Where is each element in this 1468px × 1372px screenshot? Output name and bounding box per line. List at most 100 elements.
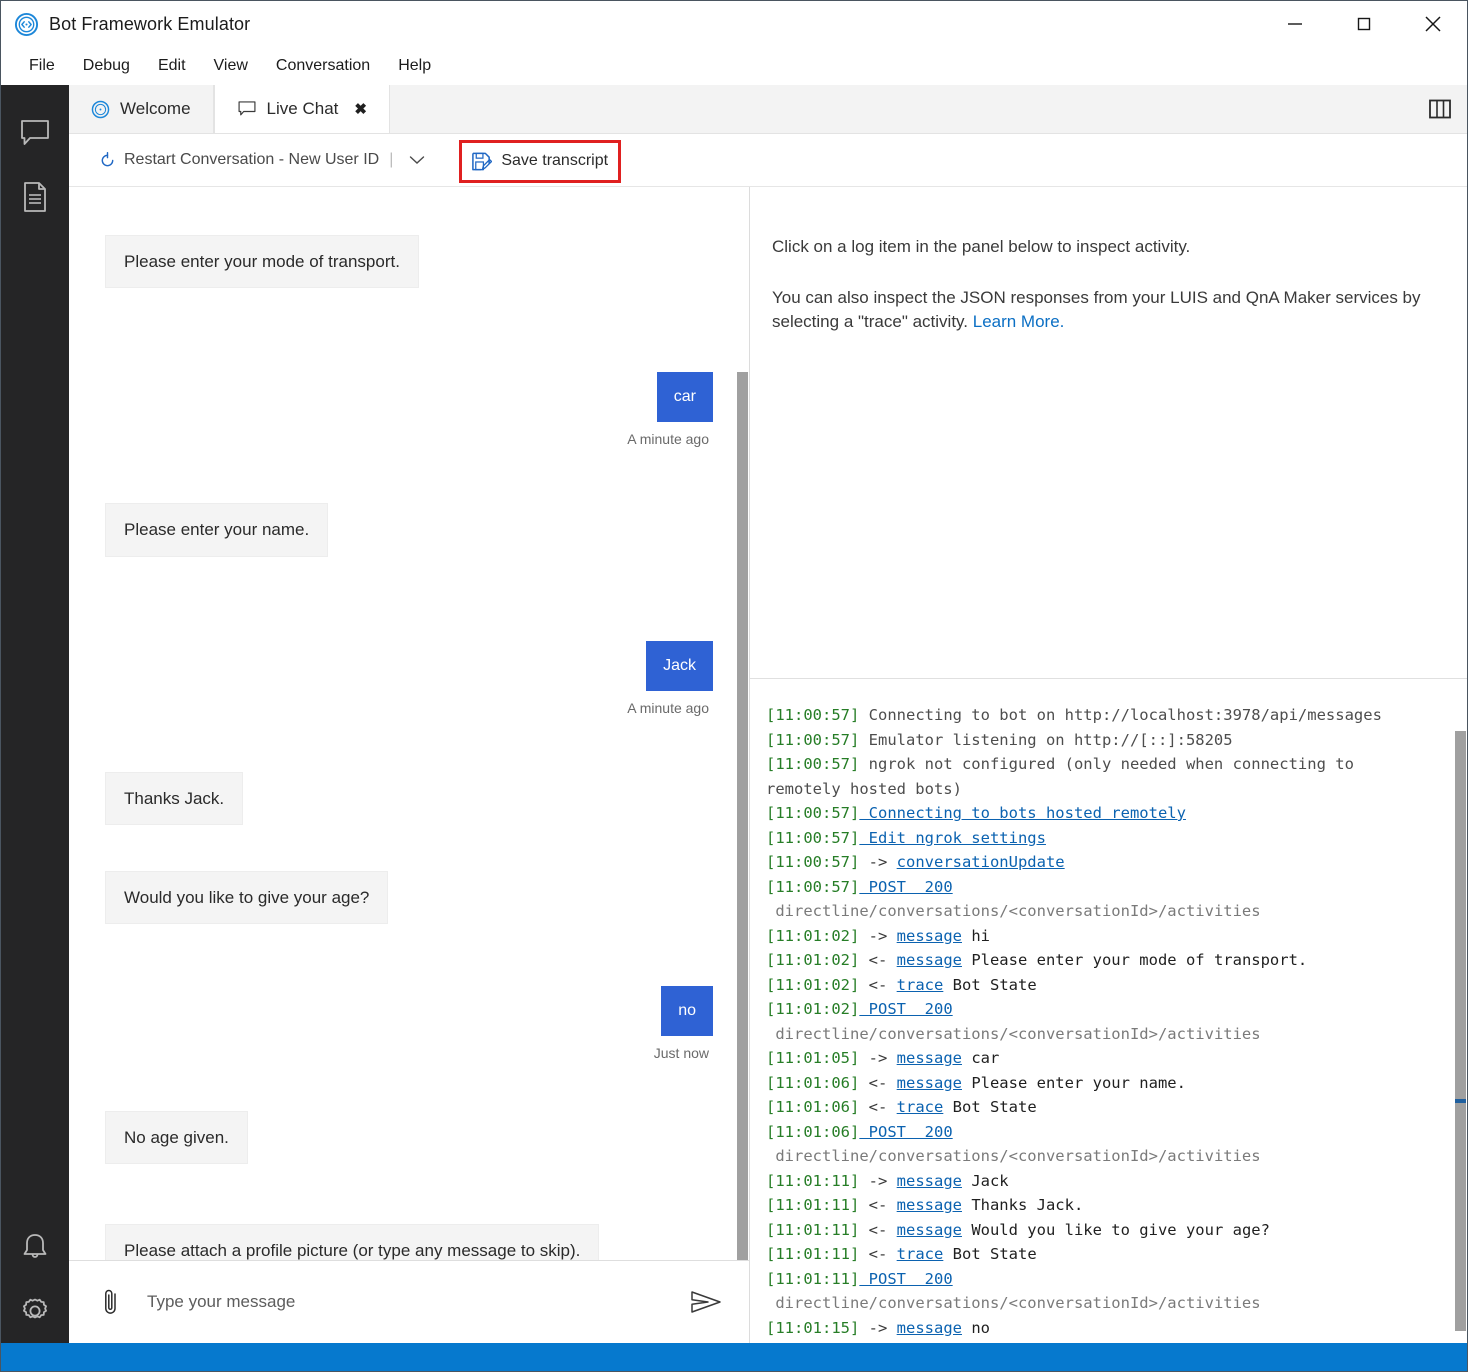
log-link[interactable]: message [897,1196,962,1214]
log-entry[interactable]: [11:00:57] Emulator listening on http://… [766,728,1431,753]
log-link[interactable]: trace [897,1245,944,1263]
log-timestamp: [11:01:06] [766,1073,860,1092]
log-entry[interactable]: [11:01:11] POST 200 directline/conversat… [766,1267,1431,1316]
log-timestamp: [11:01:11] [766,1196,860,1214]
log-link[interactable]: POST [859,1000,906,1018]
log-entry[interactable]: [11:01:02] POST 200 directline/conversat… [766,997,1431,1046]
log-link[interactable]: 200 [906,1000,953,1018]
log-entry[interactable]: [11:01:11] <- message Would you like to … [766,1218,1431,1243]
log-output[interactable]: [11:00:57] Connecting to bot on http://l… [750,679,1467,1343]
save-transcript-label: Save transcript [501,152,609,169]
log-link[interactable]: trace [897,1098,944,1116]
minimize-button[interactable] [1260,1,1329,47]
sidebar-item-chat[interactable] [1,101,69,165]
log-scrollbar[interactable] [1453,679,1467,1343]
sidebar-item-notifications[interactable] [1,1215,69,1279]
menu-file[interactable]: File [15,52,69,80]
log-entry[interactable]: [11:01:11] -> message Jack [766,1169,1431,1194]
menu-debug[interactable]: Debug [69,52,144,80]
log-timestamp: [11:01:02] [766,926,860,945]
log-link[interactable]: Connecting to bots hosted remotely [859,804,1186,822]
log-link[interactable]: POST [859,1123,906,1141]
log-entry[interactable]: [11:01:11] <- trace Bot State [766,1242,1431,1267]
log-entry[interactable]: [11:00:57] Edit ngrok settings [766,826,1431,851]
log-entry[interactable]: [11:01:06] POST 200 directline/conversat… [766,1120,1431,1169]
menu-view[interactable]: View [200,52,262,80]
message-bubble: Jack [646,640,713,691]
menu-edit[interactable]: Edit [144,52,200,80]
log-timestamp: [11:00:57] [766,755,860,773]
log-link[interactable]: message [897,1319,962,1337]
send-paper-plane-icon[interactable] [685,1289,727,1315]
log-link[interactable]: 200 [906,1270,953,1288]
chat-scrollbar[interactable] [735,187,749,1260]
log-text: Bot State [943,1098,1037,1116]
log-link[interactable]: message [897,1049,962,1067]
chat-message-user: no Just now [69,986,749,1061]
split-panel-icon[interactable] [1429,99,1451,119]
log-scrollbar-marker [1455,1099,1466,1103]
log-link[interactable]: Edit ngrok settings [859,829,1046,847]
log-link[interactable]: message [897,927,962,945]
log-entry[interactable]: [11:00:57] Connecting to bot on http://l… [766,703,1431,728]
restart-conversation-label: Restart Conversation - New User ID [124,151,380,168]
log-link[interactable]: conversationUpdate [897,853,1065,871]
bot-framework-icon [91,100,110,119]
log-link[interactable]: trace [897,976,944,994]
log-entry[interactable]: [11:01:02] <- message Please enter your … [766,948,1431,973]
log-entry[interactable]: [11:00:57] POST 200 directline/conversat… [766,875,1431,924]
menu-bar: File Debug Edit View Conversation Help [1,47,1467,85]
log-text: Bot State [943,975,1037,994]
inspector-placeholder: Click on a log item in the panel below t… [750,187,1467,679]
log-entry[interactable]: [11:01:11] <- message Thanks Jack. [766,1193,1431,1218]
learn-more-link[interactable]: Learn More. [973,312,1065,331]
log-entry[interactable]: [11:01:06] <- trace Bot State [766,1095,1431,1120]
maximize-button[interactable] [1329,1,1398,47]
chat-bubble-icon [237,99,257,119]
log-link[interactable]: message [897,951,962,969]
sidebar-item-settings[interactable] [1,1279,69,1343]
inspector-pane: Click on a log item in the panel below t… [750,187,1467,1343]
log-text: -> [859,1049,897,1067]
tab-welcome[interactable]: Welcome [69,85,214,133]
chat-scrollbar-thumb[interactable] [737,372,748,1260]
log-text: -> [859,926,897,945]
log-link[interactable]: POST [859,1270,906,1288]
log-text: Connecting to bot on http://localhost:39… [859,706,1382,724]
menu-help[interactable]: Help [384,52,445,80]
log-entry[interactable]: [11:00:57] Connecting to bots hosted rem… [766,801,1431,826]
message-timestamp: Just now [653,1045,709,1061]
chat-message-bot: Please enter your mode of transport. [69,235,749,289]
log-link[interactable]: POST [859,878,906,896]
log-entry[interactable]: [11:01:05] -> message car [766,1046,1431,1071]
log-entry[interactable]: [11:01:15] <- message No age given. [766,1340,1431,1343]
log-text: Would you like to give your age? [961,1220,1270,1239]
log-link[interactable]: 200 [906,878,953,896]
log-timestamp: [11:00:57] [766,804,860,822]
log-entry[interactable]: [11:01:06] <- message Please enter your … [766,1071,1431,1096]
message-input[interactable] [129,1291,685,1313]
log-scrollbar-thumb[interactable] [1455,731,1466,1331]
log-link[interactable]: 200 [906,1123,953,1141]
restart-conversation-button[interactable]: Restart Conversation - New User ID [99,151,379,169]
log-entry[interactable]: [11:01:15] -> message no [766,1316,1431,1341]
chat-pane: Please enter your mode of transport. car… [69,187,750,1343]
log-entry[interactable]: [11:00:57] ngrok not configured (only ne… [766,752,1431,801]
chevron-down-icon[interactable] [403,153,431,167]
log-entry[interactable]: [11:01:02] <- trace Bot State [766,973,1431,998]
chat-message-bot: Please enter your name. [69,503,749,557]
paperclip-icon[interactable] [93,1287,129,1317]
log-link[interactable]: message [897,1074,962,1092]
sidebar-item-transcripts[interactable] [1,165,69,229]
log-link[interactable]: message [897,1172,962,1190]
close-button[interactable] [1398,1,1467,47]
log-link[interactable]: message [897,1221,962,1239]
tab-live-chat[interactable]: Live Chat ✖ [213,85,390,133]
save-transcript-button[interactable]: Save transcript [459,139,622,183]
log-entry[interactable]: [11:00:57] -> conversationUpdate [766,850,1431,875]
menu-conversation[interactable]: Conversation [262,52,384,80]
log-entry[interactable]: [11:01:02] -> message hi [766,924,1431,949]
close-icon[interactable]: ✖ [354,102,367,117]
main-area: Welcome Live Chat ✖ Restart Conversation… [69,85,1467,1343]
